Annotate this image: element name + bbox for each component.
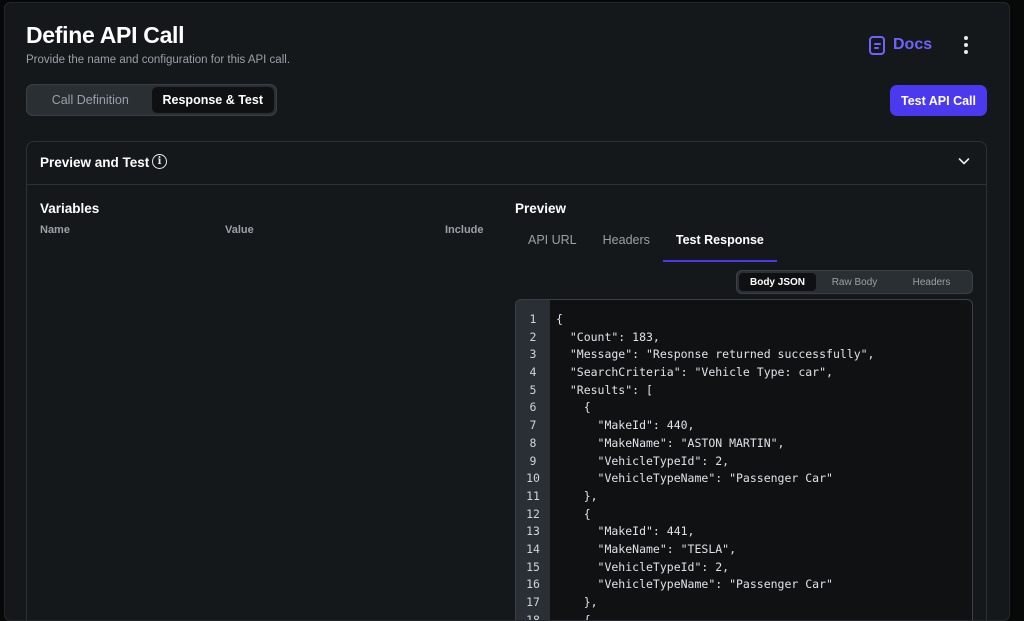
- line-number: 13: [526, 524, 540, 539]
- tab-response-headers[interactable]: Headers: [893, 273, 970, 291]
- code-line: "SearchCriteria": "Vehicle Type: car",: [556, 365, 833, 380]
- tab-body-json[interactable]: Body JSON: [739, 273, 816, 291]
- code-line: },: [556, 488, 598, 503]
- tab-headers[interactable]: Headers: [590, 224, 663, 262]
- preview-tabs: API URL Headers Test Response: [515, 224, 777, 262]
- column-value: Value: [225, 224, 254, 236]
- line-number: 4: [529, 365, 537, 380]
- code-line: {: [556, 312, 563, 326]
- more-vertical-icon[interactable]: [959, 33, 973, 57]
- line-number: 16: [526, 577, 540, 592]
- code-line: "VehicleTypeId": 2,: [556, 453, 730, 468]
- docs-icon: [869, 35, 885, 55]
- response-body-tabs: Body JSON Raw Body Headers: [736, 270, 973, 294]
- code-line: "Count": 183,: [556, 329, 660, 344]
- preview-title: Preview: [515, 201, 567, 216]
- line-number: 11: [526, 488, 540, 503]
- line-number-gutter: 1 2 3 4 5 6 7 8 9 10 11 12 13 14 15 16 17 18: [516, 300, 550, 621]
- code-line: "MakeName": "ASTON MARTIN",: [556, 435, 785, 450]
- panel-title: Preview and Test: [40, 155, 150, 170]
- code-line: "VehicleTypeName": "Passenger Car": [556, 471, 833, 486]
- line-number: 17: [526, 595, 540, 609]
- page-subtitle: Provide the name and configuration for t…: [26, 54, 291, 66]
- line-number: 15: [526, 559, 540, 574]
- line-number: 1: [529, 312, 537, 326]
- preview-and-test-panel: Preview and Test i Variables Name Value …: [26, 141, 987, 621]
- line-number: 7: [529, 418, 537, 433]
- line-number: 18: [526, 612, 540, 621]
- tab-api-url[interactable]: API URL: [515, 224, 590, 262]
- tab-test-response[interactable]: Test Response: [662, 224, 777, 262]
- json-code-viewer[interactable]: 1 2 3 4 5 6 7 8 9 10 11 12 13 14 15 16 17 18 { "Count": 1…: [515, 299, 973, 621]
- mode-tabs: Call Definition Response & Test: [26, 84, 277, 116]
- line-number: 12: [526, 506, 540, 521]
- docs-link[interactable]: Docs: [869, 33, 932, 57]
- docs-label: Docs: [893, 36, 933, 53]
- code-line: {: [556, 506, 591, 521]
- chevron-down-icon[interactable]: [958, 155, 970, 167]
- code-line: "VehicleTypeId": 2,: [556, 559, 730, 574]
- column-include: Include: [445, 224, 484, 236]
- code-line: "VehicleTypeName": "Passenger Car": [556, 577, 833, 592]
- code-content: { "Count": 183, "Message": "Response ret…: [556, 311, 875, 621]
- info-icon[interactable]: i: [152, 154, 167, 169]
- line-number: 10: [526, 471, 540, 486]
- column-name: Name: [40, 224, 70, 236]
- code-line: {: [556, 612, 591, 621]
- code-line: "MakeName": "TESLA",: [556, 541, 737, 556]
- code-line: },: [556, 595, 598, 609]
- variables-title: Variables: [40, 201, 100, 216]
- tab-call-definition[interactable]: Call Definition: [29, 87, 152, 113]
- code-line: "MakeId": 440,: [556, 418, 695, 433]
- code-line: "MakeId": 441,: [556, 524, 695, 539]
- line-number: 6: [529, 400, 537, 415]
- line-number: 9: [529, 453, 537, 468]
- line-number: 3: [529, 347, 537, 362]
- tab-raw-body[interactable]: Raw Body: [816, 273, 893, 291]
- code-line: "Message": "Response returned successful…: [556, 347, 875, 362]
- api-call-editor: Define API Call Provide the name and con…: [4, 2, 1010, 621]
- code-line: "Results": [: [556, 382, 653, 397]
- line-number: 2: [529, 329, 537, 344]
- panel-header[interactable]: Preview and Test i: [27, 142, 986, 185]
- line-number: 14: [526, 541, 540, 556]
- test-api-call-button[interactable]: Test API Call: [890, 85, 987, 116]
- page-title: Define API Call: [26, 22, 185, 48]
- tab-response-and-test[interactable]: Response & Test: [151, 87, 274, 113]
- line-number: 5: [529, 382, 537, 397]
- line-number: 8: [529, 435, 537, 450]
- code-line: {: [556, 400, 591, 415]
